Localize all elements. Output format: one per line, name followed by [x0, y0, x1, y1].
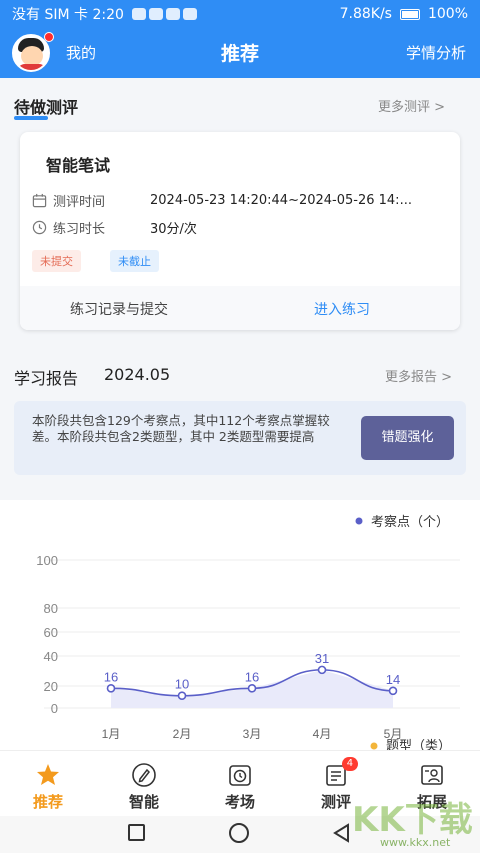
tab-label: 推荐	[32, 793, 63, 811]
learning-analysis-link[interactable]: 学情分析	[406, 42, 466, 63]
pen-icon	[132, 763, 156, 787]
tab-exam-room[interactable]: 考场	[192, 751, 288, 816]
watermark-url: www.kkx.net	[380, 836, 451, 849]
network-speed: 7.88K/s	[339, 6, 392, 22]
x-tick-label: 2月	[173, 727, 192, 741]
evaluation-count-badge: 4	[341, 757, 359, 771]
y-tick-label: 0	[51, 701, 58, 716]
top-nav: 我的 推荐 学情分析	[0, 28, 480, 78]
pending-section-title: 待做测评	[14, 98, 79, 117]
legend-bottom-dot	[370, 742, 378, 750]
watermark-logo: KK下载	[352, 800, 473, 840]
y-tick-label: 20	[44, 679, 58, 694]
x-tick-label: 3月	[243, 727, 262, 741]
battery-icon	[399, 8, 420, 20]
data-point	[106, 684, 116, 693]
card-footer: 练习记录与提交 进入练习	[20, 286, 460, 330]
report-date: 2024.05	[104, 365, 171, 384]
y-tick-label: 40	[44, 649, 58, 664]
x-tick-label: 5月	[384, 727, 403, 741]
data-label: 10	[175, 677, 189, 692]
status-badge-open: 未截止	[110, 250, 159, 272]
calendar-icon	[32, 193, 47, 208]
wrong-questions-button[interactable]: 错题强化	[361, 416, 454, 460]
data-point	[317, 665, 327, 675]
practice-records-button[interactable]: 练习记录与提交	[70, 299, 168, 319]
star-icon	[37, 764, 59, 785]
x-tick-label: 4月	[313, 727, 332, 741]
data-label: 14	[386, 672, 400, 687]
person-card-icon	[421, 765, 443, 785]
evaluation-name: 智能笔试	[46, 156, 111, 175]
legend-top-label: 考察点（个）	[371, 514, 449, 529]
data-label: 16	[104, 669, 118, 684]
y-tick-label: 60	[44, 625, 58, 640]
evaluation-time-value: 2024-05-23 14:20:44~2024-05-26 14:...	[150, 193, 412, 208]
report-summary-text: 本阶段共包含129个考察点，其中112个考察点掌握较差。本阶段共包含2类题型，其…	[32, 413, 330, 444]
tab-label: 考场	[224, 793, 255, 811]
legend-top-dot	[355, 517, 363, 525]
battery-level: 100%	[427, 6, 468, 22]
y-tick-label: 100	[36, 553, 58, 568]
clock-icon	[229, 765, 251, 786]
status-badge-unsubmitted: 未提交	[32, 250, 81, 272]
data-label: 31	[315, 651, 329, 666]
duration-value: 30分/次	[150, 222, 197, 237]
back-button[interactable]	[332, 823, 352, 843]
y-tick-label: 80	[44, 601, 58, 616]
more-evaluations-link[interactable]: 更多测评 >	[378, 96, 445, 115]
status-carrier-time: 没有 SIM 卡 2:20	[12, 7, 124, 23]
status-app-icons	[131, 8, 197, 20]
data-label: 16	[245, 669, 259, 684]
data-point	[247, 684, 257, 693]
evaluation-time-row: 测评时间 2024-05-23 14:20:44~2024-05-26 14:.…	[32, 191, 460, 210]
duration-row: 练习时长 30分/次	[32, 218, 460, 237]
trend-chart-svg: 考察点（个） 题型（类） 100806040200161月102月163月314…	[36, 514, 460, 750]
data-point	[177, 691, 187, 700]
more-reports-link[interactable]: 更多报告 >	[385, 366, 452, 385]
tab-recommend[interactable]: 推荐	[0, 751, 96, 816]
status-bar: 没有 SIM 卡 2:20 7.88K/s 100%	[0, 0, 480, 28]
enter-practice-button[interactable]: 进入练习	[314, 299, 370, 319]
evaluation-time-label: 测评时间	[53, 195, 106, 210]
report-summary-box: 本阶段共包含129个考察点，其中112个考察点掌握较差。本阶段共包含2类题型，其…	[14, 401, 466, 475]
duration-label: 练习时长	[53, 222, 106, 237]
tab-label: 智能	[128, 793, 159, 811]
x-tick-label: 1月	[102, 727, 121, 741]
home-button[interactable]	[229, 823, 249, 843]
status-right: 7.88K/s 100%	[340, 6, 468, 22]
recents-button[interactable]	[128, 824, 145, 841]
section-underline	[14, 116, 48, 120]
trend-chart: 考察点（个） 题型（类） 100 80 60 40 20 0 16 1月 10 2月 16 3月 31 4…	[0, 500, 480, 750]
data-point	[388, 686, 398, 696]
tab-smart[interactable]: 智能	[96, 751, 192, 816]
clock-icon	[32, 220, 47, 235]
evaluation-card[interactable]: 智能笔试 测评时间 2024-05-23 14:20:44~2024-05-26…	[20, 132, 460, 330]
report-section-title: 学习报告	[14, 369, 79, 388]
